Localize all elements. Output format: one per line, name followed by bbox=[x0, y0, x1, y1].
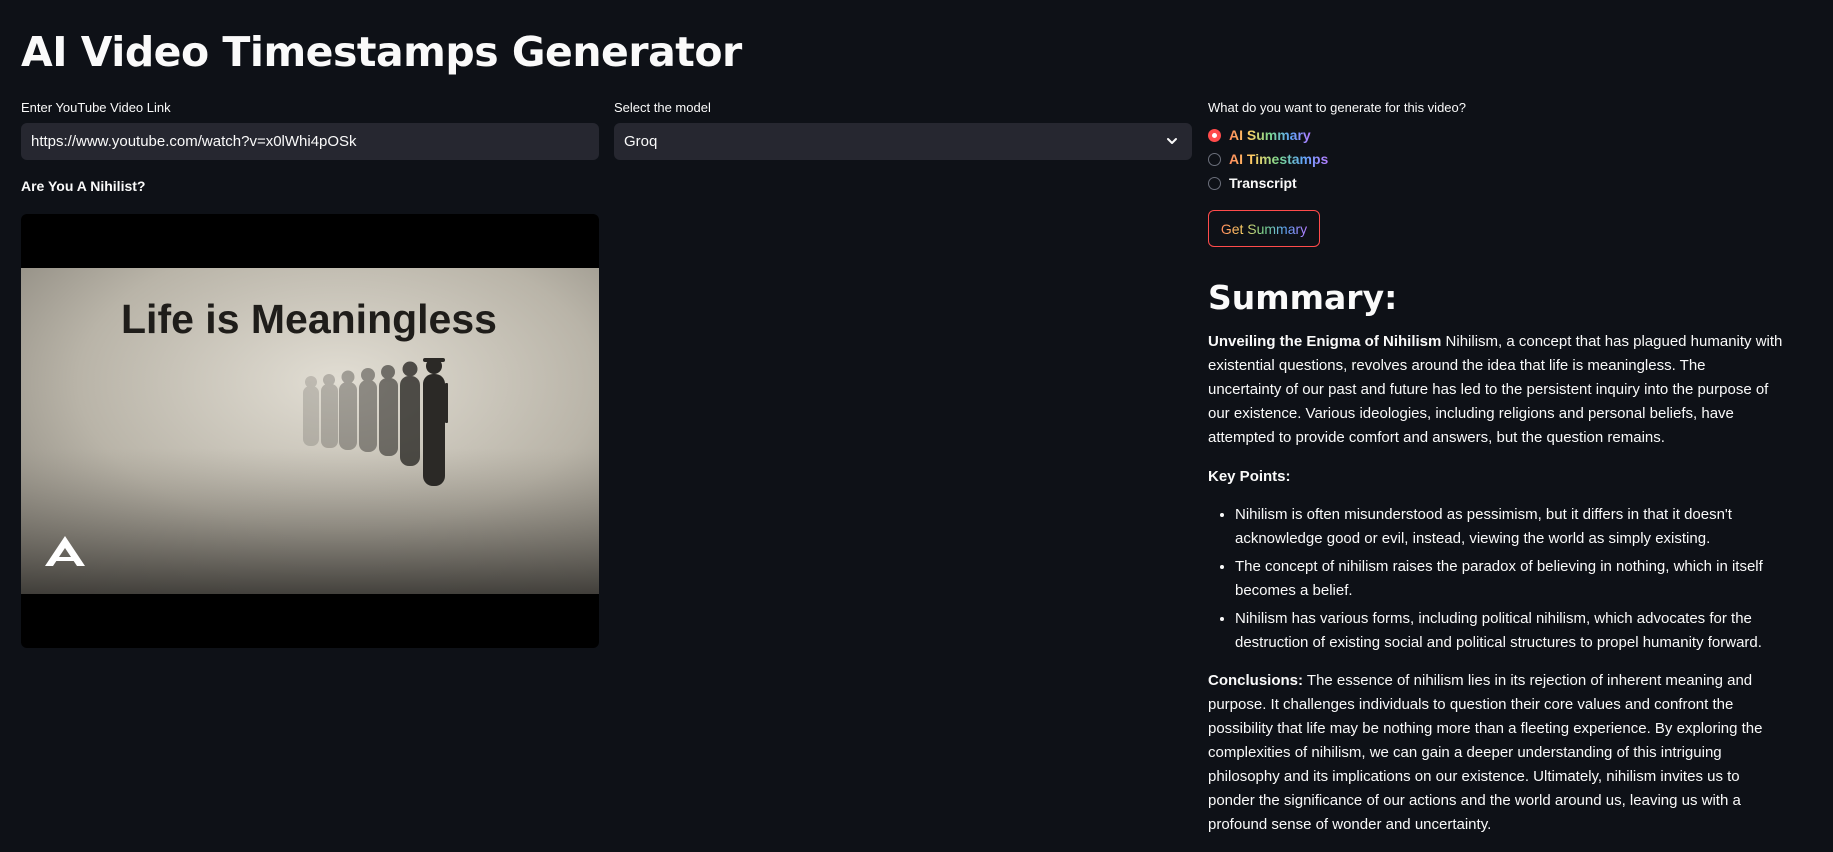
radio-option-ai-timestamps[interactable]: AI Timestamps bbox=[1208, 151, 1328, 167]
model-select-label: Select the model bbox=[614, 100, 711, 115]
summary-conclusions: Conclusions: The essence of nihilism lie… bbox=[1208, 669, 1783, 837]
get-summary-button-label: Get Summary bbox=[1220, 220, 1308, 237]
conclusions-text: The essence of nihilism lies in its reje… bbox=[1208, 672, 1763, 833]
summary-intro: Unveiling the Enigma of Nihilism Nihilis… bbox=[1208, 330, 1783, 450]
radio-selected-icon[interactable] bbox=[1208, 128, 1221, 142]
key-points-list: Nihilism is often misunderstood as pessi… bbox=[1208, 503, 1783, 655]
radio-option-ai-summary[interactable]: AI Summary bbox=[1208, 127, 1311, 143]
radio-label-ai-timestamps: AI Timestamps bbox=[1229, 151, 1329, 167]
summary-heading: Summary: bbox=[1208, 278, 1398, 317]
thumbnail-text: Life is Meaningless bbox=[121, 296, 497, 342]
youtube-link-value: https://www.youtube.com/watch?v=x0lWhi4p… bbox=[31, 133, 357, 150]
video-title: Are You A Nihilist? bbox=[21, 178, 146, 194]
summary-panel: Summary: Unveiling the Enigma of Nihilis… bbox=[1208, 278, 1783, 852]
chevron-down-icon[interactable] bbox=[1164, 133, 1180, 149]
list-item: The concept of nihilism raises the parad… bbox=[1235, 555, 1783, 603]
get-summary-button[interactable]: Get Summary bbox=[1208, 210, 1320, 247]
radio-label-ai-summary: AI Summary bbox=[1229, 127, 1311, 143]
list-item: Nihilism is often misunderstood as pessi… bbox=[1235, 503, 1783, 551]
radio-label-transcript: Transcript bbox=[1229, 175, 1297, 191]
youtube-link-input[interactable]: https://www.youtube.com/watch?v=x0lWhi4p… bbox=[21, 123, 599, 160]
video-player[interactable]: Life is Meaningless bbox=[21, 214, 599, 648]
list-item: Nihilism has various forms, including po… bbox=[1235, 607, 1783, 655]
link-input-label: Enter YouTube Video Link bbox=[21, 100, 171, 115]
radio-unselected-icon[interactable] bbox=[1208, 176, 1221, 190]
model-select-value: Groq bbox=[624, 133, 658, 150]
generate-options-label: What do you want to generate for this vi… bbox=[1208, 100, 1466, 115]
conclusions-heading: Conclusions: bbox=[1208, 672, 1304, 689]
radio-unselected-icon[interactable] bbox=[1208, 152, 1221, 166]
radio-option-transcript[interactable]: Transcript bbox=[1208, 175, 1297, 191]
key-points-heading: Key Points: bbox=[1208, 468, 1291, 485]
page-title: AI Video Timestamps Generator bbox=[21, 28, 742, 76]
video-thumbnail: Life is Meaningless bbox=[21, 268, 599, 594]
summary-intro-title: Unveiling the Enigma of Nihilism bbox=[1208, 333, 1442, 350]
model-select[interactable]: Groq bbox=[614, 123, 1192, 160]
